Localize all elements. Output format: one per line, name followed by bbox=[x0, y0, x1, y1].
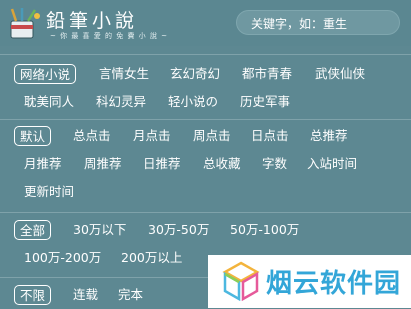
status-option-selected[interactable]: 不限 bbox=[14, 285, 52, 305]
sort-option[interactable]: 周点击 bbox=[193, 126, 231, 146]
sort-filter: 默认 总点击 月点击 周点击 日点击 总推荐 月推荐 周推荐 日推荐 总收藏 字… bbox=[0, 119, 411, 208]
category-option[interactable]: 历史军事 bbox=[240, 92, 290, 112]
status-option[interactable]: 连载 bbox=[73, 285, 98, 305]
sort-option[interactable]: 月点击 bbox=[133, 126, 171, 146]
sort-option[interactable]: 字数 bbox=[262, 154, 287, 174]
search-placeholder: 关键字，如：重生 bbox=[251, 17, 348, 31]
category-option-selected[interactable]: 网络小说 bbox=[14, 64, 77, 84]
status-option[interactable]: 完本 bbox=[118, 285, 143, 305]
logo-title: 鉛筆小說 bbox=[46, 10, 139, 32]
length-option[interactable]: 50万-100万 bbox=[230, 220, 299, 240]
category-option[interactable]: 玄幻奇幻 bbox=[170, 64, 220, 84]
length-option[interactable]: 30万以下 bbox=[73, 220, 126, 240]
sort-option[interactable]: 周推荐 bbox=[84, 154, 122, 174]
category-filter: 网络小说 言情女生 玄幻奇幻 都市青春 武侠仙侠 耽美同人 科幻灵异 轻小说の … bbox=[0, 54, 411, 119]
sort-option[interactable]: 日点击 bbox=[251, 126, 289, 146]
sort-option[interactable]: 总收藏 bbox=[203, 154, 241, 174]
length-option[interactable]: 200万以上 bbox=[121, 248, 182, 268]
sort-option[interactable]: 总点击 bbox=[73, 126, 111, 146]
cube-logo-icon bbox=[222, 261, 260, 301]
category-option[interactable]: 都市青春 bbox=[242, 64, 292, 84]
sort-option[interactable]: 日推荐 bbox=[143, 154, 181, 174]
header: 鉛筆小說 ~ 你 最 喜 愛 的 免 費 小 說 ~ 关键字，如：重生 bbox=[0, 0, 411, 46]
length-option[interactable]: 100万-200万 bbox=[24, 248, 101, 268]
category-option[interactable]: 轻小说の bbox=[168, 92, 218, 112]
logo-subtitle: ~ 你 最 喜 愛 的 免 費 小 說 ~ bbox=[50, 32, 168, 40]
pencil-cup-icon bbox=[10, 8, 40, 39]
search-input[interactable]: 关键字，如：重生 bbox=[236, 10, 400, 35]
site-logo[interactable]: 鉛筆小說 ~ 你 最 喜 愛 的 免 費 小 說 ~ bbox=[8, 6, 167, 42]
sort-option-selected[interactable]: 默认 bbox=[14, 126, 52, 146]
sort-option[interactable]: 总推荐 bbox=[310, 126, 348, 146]
length-option-selected[interactable]: 全部 bbox=[14, 220, 52, 240]
sort-option[interactable]: 入站时间 bbox=[307, 154, 357, 174]
length-option[interactable]: 30万-50万 bbox=[148, 220, 209, 240]
sort-option[interactable]: 更新时间 bbox=[24, 182, 74, 202]
category-option[interactable]: 科幻灵异 bbox=[96, 92, 146, 112]
sort-option[interactable]: 月推荐 bbox=[24, 154, 62, 174]
watermark-text: 烟云软件园 bbox=[266, 269, 402, 299]
watermark: 烟云软件园 bbox=[208, 255, 411, 308]
category-option[interactable]: 武侠仙侠 bbox=[315, 64, 365, 84]
category-option[interactable]: 言情女生 bbox=[99, 64, 149, 84]
category-option[interactable]: 耽美同人 bbox=[24, 92, 74, 112]
